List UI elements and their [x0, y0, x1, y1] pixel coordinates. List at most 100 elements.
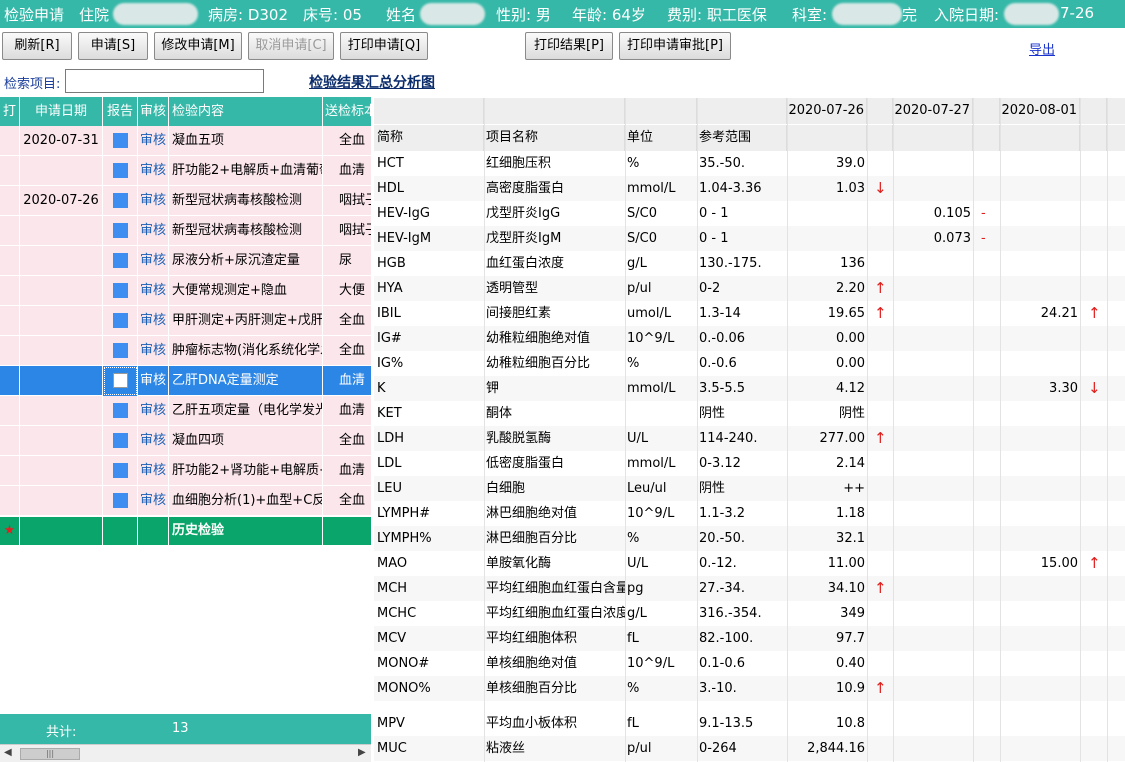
request-row[interactable]: 审核肝功能2+电解质+血清葡萄糖 血清	[0, 156, 371, 186]
report-cell[interactable]	[103, 456, 138, 486]
result-row[interactable]: LYMPH# 淋巴细胞绝对值 10^9/L 1.1-3.2 1.18	[374, 501, 1125, 526]
report-checkbox[interactable]	[113, 283, 128, 298]
audit-link[interactable]: 审核	[138, 186, 169, 216]
col-abbr[interactable]: 简称	[374, 125, 484, 151]
result-row[interactable]: LDH 乳酸脱氢酶 U/L 114-240. 277.00 ↑	[374, 426, 1125, 451]
horizontal-scrollbar[interactable]: ◀ ||| ▶	[0, 744, 371, 762]
print-result-button[interactable]: 打印结果[P]	[525, 32, 613, 60]
report-cell[interactable]	[103, 426, 138, 456]
print-flag-cell[interactable]	[0, 366, 20, 396]
print-flag-cell[interactable]	[0, 486, 20, 516]
request-row[interactable]: 审核 凝血四项 全血	[0, 426, 371, 456]
request-row[interactable]: 审核新型冠状病毒核酸检测 咽拭子	[0, 216, 371, 246]
audit-link[interactable]: 审核	[138, 366, 169, 396]
result-row[interactable]: MCH 平均红细胞血红蛋白含量 pg 27.-34. 34.10 ↑	[374, 576, 1125, 601]
report-cell[interactable]	[103, 126, 138, 156]
print-flag-cell[interactable]	[0, 276, 20, 306]
result-row[interactable]: LYMPH% 淋巴细胞百分比% 20.-50. 32.1	[374, 526, 1125, 551]
result-row[interactable]: IG% 幼稚粒细胞百分比% 0.-0.6 0.00	[374, 351, 1125, 376]
report-checkbox[interactable]	[113, 253, 128, 268]
audit-link[interactable]: 审核	[138, 306, 169, 336]
apply-button[interactable]: 申请[S]	[78, 32, 148, 60]
modify-apply-button[interactable]: 修改申请[M]	[154, 32, 242, 60]
report-cell[interactable]	[103, 486, 138, 516]
request-row[interactable]: 审核 大便常规测定+隐血 大便	[0, 276, 371, 306]
report-checkbox[interactable]	[113, 193, 128, 208]
result-row[interactable]: LDL 低密度脂蛋白 mmol/L 0-3.12 2.14	[374, 451, 1125, 476]
result-row[interactable]: MAO 单胺氧化酶 U/L 0.-12. 11.00 15.00 ↑	[374, 551, 1125, 576]
audit-link[interactable]: 审核	[138, 126, 169, 156]
result-row[interactable]: IBIL 间接胆红素 umol/L 1.3-14 19.65 ↑ 24.21 ↑	[374, 301, 1125, 326]
print-flag-cell[interactable]	[0, 186, 20, 216]
col-unit[interactable]: 单位	[625, 125, 697, 151]
report-checkbox[interactable]	[113, 313, 128, 328]
export-link[interactable]: 导出	[1029, 39, 1055, 58]
col-specimen[interactable]: 送检标本	[323, 97, 371, 126]
print-flag-cell[interactable]	[0, 456, 20, 486]
col-content[interactable]: 检验内容	[169, 97, 323, 126]
col-ref-range[interactable]: 参考范围	[697, 125, 787, 151]
result-row[interactable]: MCHC 平均红细胞血红蛋白浓度 g/L 316.-354. 349	[374, 601, 1125, 626]
request-row[interactable]: 审核 肝功能2+肾功能+电解质+ 血清	[0, 456, 371, 486]
result-row[interactable]: HYA 透明管型 p/ul 0-2 2.20 ↑	[374, 276, 1125, 301]
result-row[interactable]: HEV-IgM 戊型肝炎IgM S/C0 0 - 1 0.073-	[374, 226, 1125, 251]
col-print[interactable]: 打	[0, 97, 20, 126]
result-row[interactable]: HGB 血红蛋白浓度 g/L 130.-175. 136	[374, 251, 1125, 276]
request-row[interactable]: 审核 血细胞分析(1)+血型+C反应 全血	[0, 486, 371, 516]
report-checkbox[interactable]	[113, 133, 128, 148]
col-item-name[interactable]: 项目名称	[484, 125, 625, 151]
report-title-link[interactable]: 检验结果汇总分析图	[309, 72, 435, 92]
scroll-thumb[interactable]: |||	[20, 748, 80, 760]
result-row[interactable]: HEV-IgG 戊型肝炎IgG S/C0 0 - 1 0.105-	[374, 201, 1125, 226]
report-checkbox[interactable]	[113, 403, 128, 418]
result-row[interactable]: IG# 幼稚粒细胞绝对值 10^9/L 0.-0.06 0.00	[374, 326, 1125, 351]
audit-link[interactable]: 审核	[138, 156, 169, 186]
audit-link[interactable]: 审核	[138, 426, 169, 456]
audit-link[interactable]: 审核	[138, 246, 169, 276]
cancel-apply-button[interactable]: 取消申请[C]	[248, 32, 334, 60]
report-checkbox[interactable]	[113, 433, 128, 448]
audit-link[interactable]: 审核	[138, 456, 169, 486]
print-apply-button[interactable]: 打印申请[Q]	[340, 32, 428, 60]
print-approval-button[interactable]: 打印申请审批[P]	[619, 32, 731, 60]
print-flag-cell[interactable]	[0, 246, 20, 276]
audit-link[interactable]: 审核	[138, 276, 169, 306]
result-row[interactable]: LEU 白细胞 Leu/ul 阴性 ++	[374, 476, 1125, 501]
request-row[interactable]: 审核 乙肝DNA定量测定 血清	[0, 366, 371, 396]
result-row[interactable]: HDL 高密度脂蛋白 mmol/L 1.04-3.36 1.03 ↓	[374, 176, 1125, 201]
request-row[interactable]: 2020-07-31 审核 凝血五项 全血	[0, 126, 371, 156]
request-row[interactable]: 审核 乙肝五项定量（电化学发光 血清	[0, 396, 371, 426]
audit-link[interactable]: 审核	[138, 396, 169, 426]
report-cell[interactable]	[103, 306, 138, 336]
report-cell[interactable]	[103, 336, 138, 366]
request-row[interactable]: 审核 尿液分析+尿沉渣定量 尿	[0, 246, 371, 276]
report-checkbox[interactable]	[113, 223, 128, 238]
result-row[interactable]: KET 酮体 阴性 阴性	[374, 401, 1125, 426]
report-checkbox[interactable]	[113, 343, 128, 358]
report-checkbox[interactable]	[113, 493, 128, 508]
col-report[interactable]: 报告	[103, 97, 138, 126]
report-cell[interactable]	[103, 276, 138, 306]
audit-link[interactable]: 审核	[138, 486, 169, 516]
print-flag-cell[interactable]	[0, 126, 20, 156]
result-row[interactable]: HCT 红细胞压积% 35.-50. 39.0	[374, 151, 1125, 176]
report-cell[interactable]	[103, 246, 138, 276]
col-apply-date[interactable]: 申请日期	[20, 97, 103, 126]
print-flag-cell[interactable]	[0, 306, 20, 336]
report-checkbox[interactable]	[113, 463, 128, 478]
result-row[interactable]: MONO# 单核细胞绝对值 10^9/L 0.1-0.6 0.40	[374, 651, 1125, 676]
history-row[interactable]: ★ 历史检验	[0, 517, 371, 545]
report-checkbox[interactable]	[113, 163, 128, 178]
result-row[interactable]: MCV 平均红细胞体积 fL 82.-100. 97.7	[374, 626, 1125, 651]
print-flag-cell[interactable]	[0, 396, 20, 426]
request-row[interactable]: 2020-07-26 审核新型冠状病毒核酸检测 咽拭子	[0, 186, 371, 216]
refresh-button[interactable]: 刷新[R]	[2, 32, 72, 60]
report-cell[interactable]	[103, 366, 138, 396]
col-audit[interactable]: 审核	[138, 97, 169, 126]
scroll-right-icon[interactable]: ▶	[358, 747, 366, 758]
request-row[interactable]: 审核 甲肝测定+丙肝测定+戊肝 全血	[0, 306, 371, 336]
print-flag-cell[interactable]	[0, 156, 20, 186]
result-row[interactable]: K 钾 mmol/L 3.5-5.5 4.12 3.30 ↓	[374, 376, 1125, 401]
report-cell[interactable]	[103, 156, 138, 186]
result-row[interactable]: MUC 粘液丝 p/ul 0-264 2,844.16	[374, 736, 1125, 761]
